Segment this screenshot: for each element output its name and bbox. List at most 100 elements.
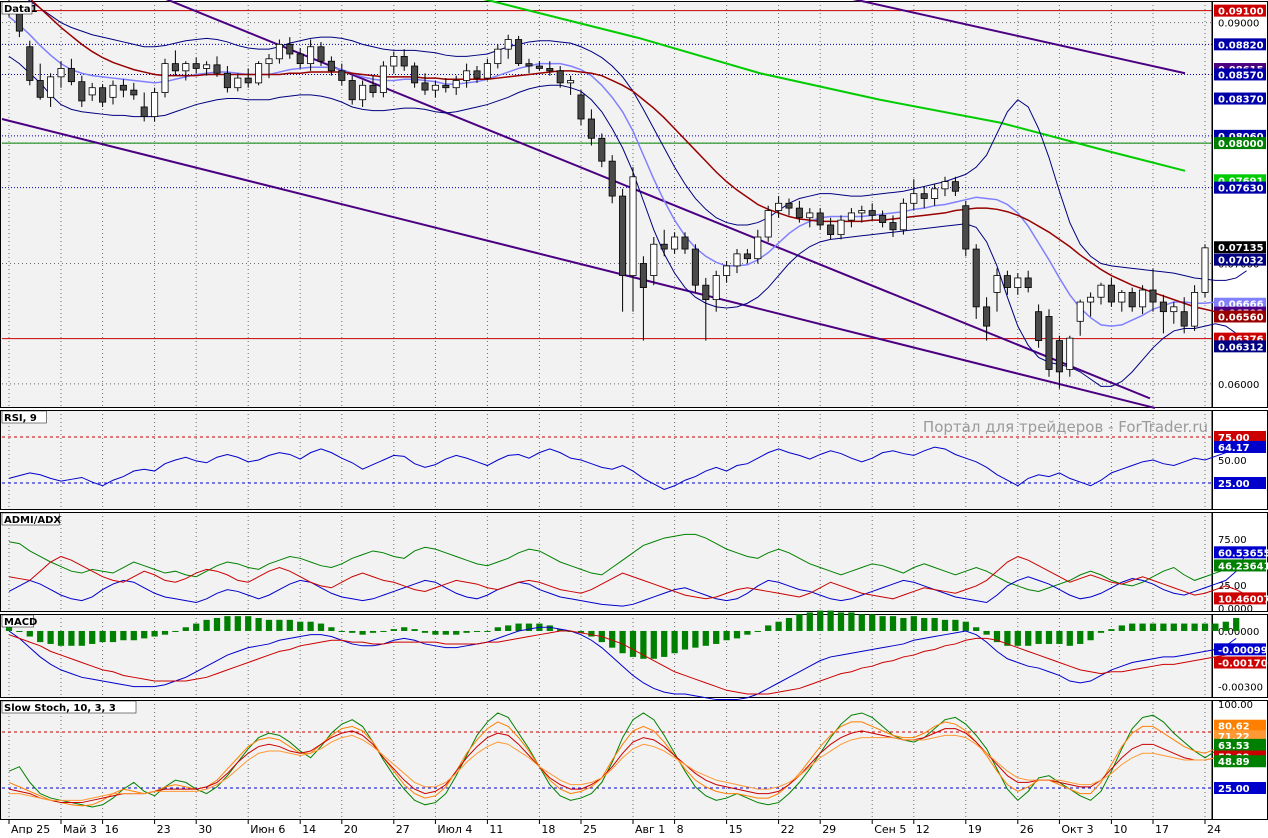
indicator-tag-label: -0.00170	[1218, 658, 1268, 669]
date-label: Июл 4	[437, 823, 472, 834]
indicator-tag: 48.89	[1214, 755, 1266, 768]
macd-histogram-bar	[1222, 621, 1229, 631]
candle-body	[712, 275, 720, 301]
candle-body	[483, 63, 491, 79]
macd-histogram-bar	[182, 627, 189, 631]
candle-body	[827, 224, 835, 236]
macd-histogram-bar	[494, 627, 501, 631]
candle-body	[275, 43, 283, 60]
candle	[161, 58, 169, 98]
macd-histogram-bar	[1181, 623, 1188, 631]
date-label: 24	[1207, 823, 1221, 834]
candle-body	[816, 212, 824, 226]
candle-body	[1170, 306, 1178, 313]
macd-histogram-bar	[172, 630, 179, 632]
macd-histogram-bar	[681, 630, 689, 650]
candle-body	[525, 63, 533, 67]
candle-body	[993, 275, 1001, 293]
macd-histogram-bar	[307, 621, 314, 631]
candle-body	[234, 77, 242, 89]
indicator-tag-label: 25.00	[1218, 784, 1250, 795]
macd-histogram-bar	[265, 619, 273, 631]
date-label: 11	[489, 823, 503, 834]
candle-body	[369, 84, 377, 93]
date-label: 10	[1113, 823, 1127, 834]
price-tag: 0.08000	[1214, 137, 1266, 150]
indicator-tag: -0.00099	[1214, 643, 1268, 656]
chart-canvas: 0.090000.080000.070000.060000.091000.088…	[0, 0, 1268, 836]
date-label: 15	[729, 823, 743, 834]
candle-body	[983, 306, 991, 327]
indicator-title: MACD	[1, 614, 37, 628]
candle-body	[421, 82, 429, 91]
macd-histogram-bar	[463, 630, 470, 633]
candle-body	[411, 65, 419, 84]
macd-histogram-bar	[1233, 618, 1240, 631]
macd-histogram-bar	[733, 630, 741, 639]
macd-histogram-bar	[1097, 630, 1105, 633]
indicator-title: RSI, 9	[1, 410, 47, 424]
candle-body	[161, 63, 169, 93]
candle-body	[47, 76, 55, 98]
macd-histogram-bar	[1014, 630, 1021, 646]
macd-histogram-bar	[713, 630, 720, 644]
macd-histogram-bar	[411, 629, 418, 631]
candle-body	[244, 77, 252, 84]
macd-histogram-bar	[900, 618, 907, 631]
price-tick-label: 0.09000	[1218, 19, 1259, 30]
candle-body	[1045, 316, 1053, 370]
indicator-tag-label: 60.53655	[1218, 548, 1268, 559]
candle-body	[307, 46, 315, 65]
indicator-tick-label: 25.00	[1218, 581, 1247, 592]
candle-body	[795, 207, 803, 219]
candle	[379, 61, 387, 98]
date-label: Авг 1	[635, 823, 665, 834]
candle-body	[587, 118, 595, 139]
macd-histogram-bar	[962, 621, 969, 631]
price-tag: 0.08570	[1214, 68, 1266, 81]
candle-body	[577, 94, 585, 120]
macd-histogram-bar	[276, 619, 283, 631]
candle-body	[619, 195, 627, 276]
candle-body	[130, 89, 138, 96]
price-tag: 0.06312	[1214, 340, 1266, 353]
macd-histogram-bar	[442, 630, 449, 635]
candle	[608, 155, 616, 204]
macd-histogram-bar	[130, 630, 137, 641]
candle-body	[931, 188, 939, 199]
watermark-text: Портал для трейдеров - ForTrader.ru	[923, 418, 1208, 436]
candle-body	[671, 236, 679, 250]
candle-body	[1087, 296, 1095, 303]
date-label: 23	[157, 823, 171, 834]
candle-body	[213, 64, 221, 74]
candle	[1045, 309, 1053, 377]
indicator-tag-label: 25.00	[1218, 479, 1250, 490]
price-tag-label: 0.08370	[1218, 95, 1264, 106]
macd-histogram-bar	[68, 630, 75, 646]
macd-histogram-bar	[650, 630, 657, 659]
candle-body	[743, 253, 751, 260]
candle-body	[182, 63, 190, 72]
indicator-tick-label: 100.00	[1218, 700, 1253, 711]
macd-histogram-bar	[120, 630, 127, 641]
macd-histogram-bar	[234, 616, 241, 631]
macd-histogram-bar	[775, 621, 782, 631]
macd-histogram-bar	[432, 630, 439, 635]
candle-body	[26, 46, 34, 81]
candle-body	[556, 70, 564, 84]
macd-histogram-bar	[1170, 623, 1177, 631]
candle-body	[733, 253, 741, 267]
macd-histogram-bar	[869, 614, 876, 631]
indicator-tag: 46.23641	[1214, 559, 1268, 572]
macd-histogram-bar	[723, 630, 730, 641]
macd-histogram-bar	[785, 618, 793, 631]
price-tag-label: 0.08000	[1218, 139, 1264, 150]
macd-histogram-bar	[1191, 623, 1198, 631]
candle-body	[806, 212, 814, 219]
macd-histogram-bar	[515, 623, 522, 631]
macd-histogram-bar	[349, 630, 356, 633]
candle-body	[265, 58, 273, 65]
candle-body	[192, 63, 200, 69]
candle	[1191, 285, 1199, 331]
date-label: 8	[677, 823, 684, 834]
